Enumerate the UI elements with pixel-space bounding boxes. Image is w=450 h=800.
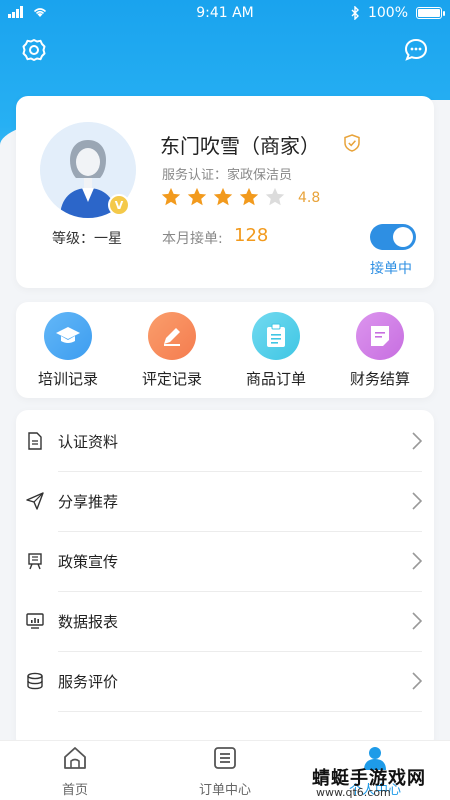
- pen-icon: [148, 312, 196, 360]
- service-certification: 服务认证：家政保洁员: [162, 168, 293, 183]
- monitor-chart-icon: [26, 613, 44, 629]
- status-bar: 9:41 AM 100%: [0, 0, 450, 28]
- menu-list: 认证资料 分享推荐 政策宣传 数据报表 服务评价: [16, 410, 434, 750]
- quick-action-label: 商品订单: [245, 370, 306, 388]
- tab-home[interactable]: 首页: [0, 745, 150, 798]
- menu-item-label: 数据报表: [58, 613, 119, 631]
- menu-item-reports[interactable]: 数据报表: [16, 592, 434, 652]
- monthly-orders-count: 128: [234, 225, 269, 246]
- home-icon: [64, 747, 86, 769]
- rating-score: 4.8: [298, 190, 321, 206]
- paper-plane-icon: [26, 492, 44, 510]
- quick-action-training[interactable]: 培训记录: [16, 312, 120, 389]
- status-right: 100%: [350, 5, 445, 21]
- battery-icon: [416, 7, 445, 19]
- quick-action-finance[interactable]: 财务结算: [328, 312, 432, 389]
- chat-icon[interactable]: [402, 36, 430, 64]
- document-icon: [28, 432, 42, 450]
- vip-badge: V: [108, 194, 130, 216]
- divider: [58, 711, 422, 712]
- quick-action-label: 评定记录: [141, 370, 202, 388]
- watermark-url: www.qt6.com: [316, 786, 391, 799]
- accept-orders-toggle[interactable]: [370, 224, 416, 250]
- note-icon: [356, 312, 404, 360]
- star-filled-icon: [213, 187, 233, 206]
- quick-action-product-orders[interactable]: 商品订单: [224, 312, 328, 389]
- member-level: 等级：一星: [52, 231, 122, 247]
- menu-item-share[interactable]: 分享推荐: [16, 472, 434, 532]
- clipboard-icon: [252, 312, 300, 360]
- quick-action-evaluation[interactable]: 评定记录: [120, 312, 224, 389]
- monthly-orders-label: 本月接单:: [162, 231, 223, 247]
- quick-actions-card: 培训记录 评定记录 商品订单 财务结算: [16, 302, 434, 398]
- settings-icon[interactable]: [20, 36, 48, 64]
- bluetooth-icon: [351, 6, 359, 20]
- menu-item-label: 政策宣传: [58, 553, 119, 571]
- menu-item-label: 服务评价: [58, 673, 119, 691]
- star-empty-icon: [265, 187, 285, 206]
- chevron-right-icon: [412, 552, 422, 570]
- battery-percent: 100%: [367, 5, 408, 21]
- menu-item-label: 分享推荐: [58, 493, 119, 511]
- rating-stars: [160, 186, 286, 208]
- graduation-cap-icon: [44, 312, 92, 360]
- menu-item-certification[interactable]: 认证资料: [16, 412, 434, 472]
- tab-orders[interactable]: 订单中心: [150, 745, 300, 798]
- star-filled-icon: [161, 187, 181, 206]
- menu-item-label: 认证资料: [58, 433, 119, 451]
- profile-card: V 等级：一星 东门吹雪（商家） 服务认证：家政保洁员 4.8 本月接单: 12…: [16, 96, 434, 288]
- menu-item-policy[interactable]: 政策宣传: [16, 532, 434, 592]
- database-icon: [27, 672, 43, 690]
- star-filled-icon: [187, 187, 207, 206]
- merchant-name: 东门吹雪（商家）: [160, 134, 320, 158]
- quick-action-label: 财务结算: [349, 370, 410, 388]
- policy-icon: [28, 553, 42, 570]
- accept-orders-status: 接单中: [370, 261, 412, 277]
- tab-label: 订单中心: [198, 783, 251, 798]
- list-icon: [214, 747, 236, 769]
- chevron-right-icon: [412, 492, 422, 510]
- chevron-right-icon: [412, 672, 422, 690]
- menu-item-reviews[interactable]: 服务评价: [16, 652, 434, 712]
- star-filled-icon: [239, 187, 259, 206]
- quick-action-label: 培训记录: [37, 370, 98, 388]
- tab-label: 首页: [61, 783, 88, 798]
- chevron-right-icon: [412, 612, 422, 630]
- chevron-right-icon: [412, 432, 422, 450]
- toggle-knob: [393, 227, 413, 247]
- verified-shield-icon: [344, 134, 360, 152]
